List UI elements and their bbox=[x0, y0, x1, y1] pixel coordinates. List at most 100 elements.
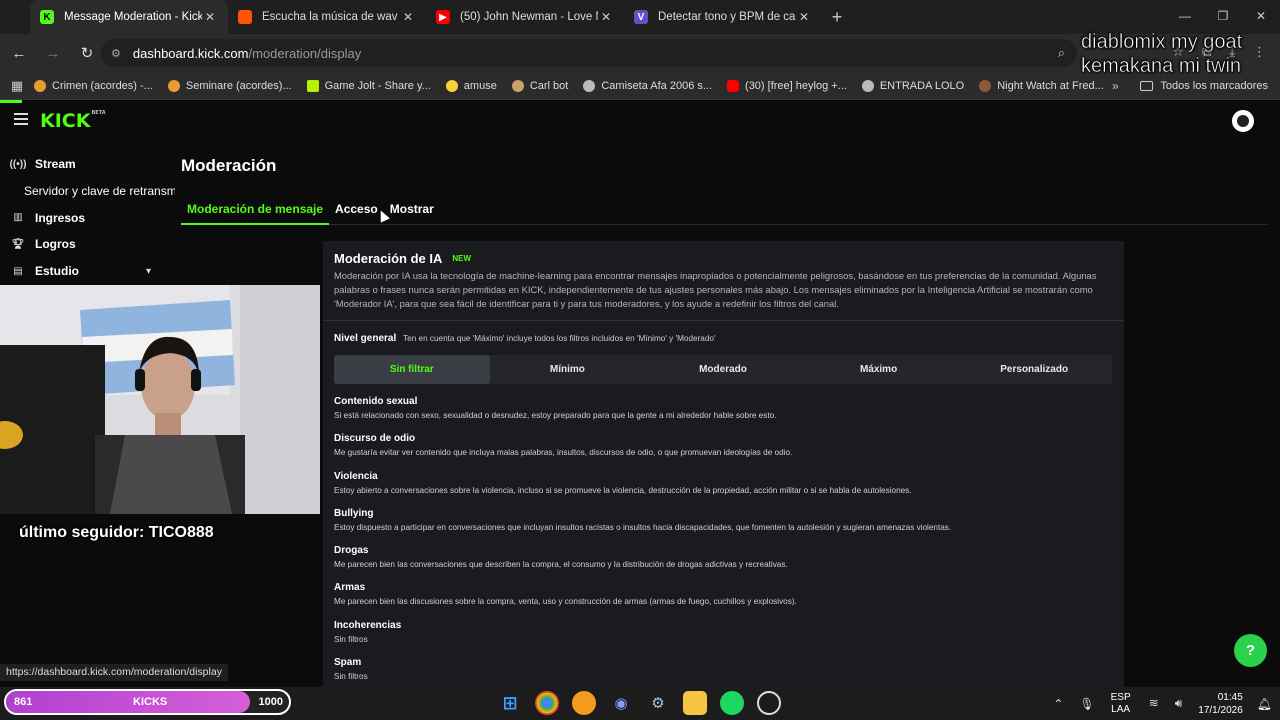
back-icon[interactable]: ← bbox=[4, 45, 34, 62]
level-note: Ten en cuenta que 'Máximo' incluye todos… bbox=[403, 334, 716, 343]
status-bar-url: https://dashboard.kick.com/moderation/di… bbox=[0, 664, 228, 681]
all-bookmarks-folder[interactable]: Todos los marcadores bbox=[1140, 80, 1268, 92]
zoom-icon[interactable]: ⌕ bbox=[1058, 45, 1065, 61]
bookmark-item[interactable]: Crimen (acordes) -... bbox=[34, 79, 153, 92]
tab-message-moderation[interactable]: Moderación de mensaje bbox=[181, 201, 330, 225]
close-icon[interactable]: ✕ bbox=[400, 10, 416, 24]
kicks-label: KICKS bbox=[133, 696, 168, 708]
tab-display[interactable]: Mostrar bbox=[384, 201, 440, 225]
level-option-custom[interactable]: Personalizado bbox=[956, 355, 1112, 384]
carlbot-icon bbox=[511, 79, 524, 92]
language-indicator[interactable]: ESP LAA bbox=[1111, 692, 1131, 716]
card-header: Moderación de IA NEW Moderación por IA u… bbox=[323, 241, 1124, 321]
bookmark-item[interactable]: Game Jolt - Share y... bbox=[306, 79, 431, 92]
close-icon[interactable]: ✕ bbox=[202, 10, 218, 24]
url-input[interactable]: ⚙ dashboard.kick.com/moderation/display … bbox=[101, 39, 1077, 67]
new-tab-button[interactable]: + bbox=[822, 0, 852, 34]
close-icon[interactable]: ✕ bbox=[796, 10, 812, 24]
level-option-unfiltered[interactable]: Sin filtrar bbox=[334, 355, 490, 384]
bookmark-item[interactable]: Seminare (acordes)... bbox=[167, 79, 292, 92]
bookmark-label: Night Watch at Fred... bbox=[997, 79, 1104, 92]
tab-title: Message Moderation - Kick Dashboard bbox=[64, 11, 202, 23]
kicks-goal: 1000 bbox=[258, 696, 283, 708]
browser-tab-soundcloud[interactable]: Escucha la música de wav | Disfruta ✕ bbox=[228, 0, 426, 34]
notification-bell-icon[interactable]: 🔔︎ bbox=[1257, 697, 1272, 711]
kick-logo[interactable]: KICKBETA bbox=[40, 110, 106, 132]
volume-icon[interactable]: 🔊︎ bbox=[1175, 696, 1183, 711]
level-option-maximum[interactable]: Máximo bbox=[801, 355, 957, 384]
obs-icon[interactable] bbox=[757, 691, 781, 715]
level-option-moderate[interactable]: Moderado bbox=[645, 355, 801, 384]
chrome-icon[interactable] bbox=[535, 691, 559, 715]
chevron-up-icon[interactable]: ⌃ bbox=[1053, 697, 1063, 711]
bookmark-item[interactable]: (30) [free] heylog +... bbox=[727, 79, 847, 92]
site-info-icon[interactable]: ⚙ bbox=[111, 47, 121, 60]
windows-start-icon[interactable]: ⊞ bbox=[498, 691, 522, 715]
broadcast-icon: ((•)) bbox=[9, 158, 27, 170]
bookmark-label: Camiseta Afa 2006 s... bbox=[601, 79, 713, 92]
bookmark-item[interactable]: Carl bot bbox=[511, 79, 569, 92]
kicks-progress-fill bbox=[6, 691, 250, 713]
globe-icon bbox=[583, 79, 596, 92]
forward-icon[interactable]: → bbox=[38, 45, 68, 62]
url-domain: dashboard.kick.com bbox=[132, 45, 249, 61]
tab-title: Detectar tono y BPM de canción bbox=[658, 11, 796, 23]
sidebar-item-label: Ingresos bbox=[35, 210, 86, 225]
wifi-icon[interactable]: ≋ bbox=[1149, 696, 1159, 711]
file-explorer-icon[interactable] bbox=[683, 691, 707, 715]
category-desc: Sin filtros bbox=[334, 672, 368, 682]
hamburger-menu-icon[interactable] bbox=[14, 113, 28, 128]
sidebar-item-achievements[interactable]: 🏆︎ Logros bbox=[0, 231, 175, 258]
bookmark-label: Carl bot bbox=[529, 79, 569, 92]
bookmark-item[interactable]: ENTRADA LOLO bbox=[861, 79, 964, 92]
sidebar-item-label: Estudio bbox=[35, 264, 79, 279]
shield-icon bbox=[167, 79, 180, 92]
apps-grid-icon[interactable]: ▦ bbox=[0, 78, 34, 94]
moderation-tabs: Moderación de mensaje Acceso Mostrar bbox=[181, 201, 1267, 225]
close-icon[interactable]: ✕ bbox=[598, 10, 614, 24]
support-chat-button[interactable]: ? bbox=[1234, 634, 1267, 667]
clock[interactable]: 01:45 17/1/2026 bbox=[1198, 691, 1243, 717]
browser-tab-bpm[interactable]: V Detectar tono y BPM de canción ✕ bbox=[624, 0, 822, 34]
browser-tab-kick[interactable]: K Message Moderation - Kick Dashboard ✕ bbox=[30, 0, 228, 34]
category-desc: Me parecen bien las discusiones sobre la… bbox=[334, 597, 797, 607]
globe-icon bbox=[861, 79, 874, 92]
clock-date: 17/1/2026 bbox=[1198, 704, 1243, 716]
microphone-icon[interactable]: 🎙︎ bbox=[1079, 697, 1094, 711]
chevron-down-icon[interactable]: ▾ bbox=[146, 266, 151, 277]
more-bookmarks-icon[interactable]: » bbox=[1112, 79, 1119, 93]
kicks-current: 861 bbox=[14, 696, 33, 708]
tab-title: (50) John Newman - Love Me Again bbox=[460, 11, 598, 23]
discord-icon[interactable]: ◉ bbox=[609, 691, 633, 715]
card-title-text: Moderación de IA bbox=[334, 251, 443, 266]
bookmark-item[interactable]: Camiseta Afa 2006 s... bbox=[583, 79, 713, 92]
steam-icon[interactable]: ⚙ bbox=[646, 691, 670, 715]
fl-studio-icon[interactable] bbox=[572, 691, 596, 715]
amuse-icon bbox=[445, 79, 458, 92]
category-desc: Me gustaría evitar ver contenido que inc… bbox=[334, 448, 793, 458]
sidebar-item-revenue[interactable]: ▥ Ingresos bbox=[0, 204, 175, 231]
sidebar-item-stream[interactable]: ((•)) Stream bbox=[0, 151, 175, 178]
avatar[interactable] bbox=[1232, 110, 1254, 132]
close-window-icon[interactable]: ✕ bbox=[1242, 0, 1280, 32]
bookmark-item[interactable]: amuse bbox=[445, 79, 497, 92]
browser-tab-youtube[interactable]: ▶ (50) John Newman - Love Me Again ✕ bbox=[426, 0, 624, 34]
menu-icon[interactable]: ⋮ bbox=[1253, 44, 1266, 60]
sidebar-item-studio[interactable]: ▤ Estudio ▾ bbox=[0, 258, 175, 285]
bookmark-item[interactable]: Night Watch at Fred... bbox=[979, 79, 1104, 92]
list-item: Discurso de odio Me gustaría evitar ver c… bbox=[334, 432, 1114, 469]
level-option-minimum[interactable]: Mínimo bbox=[490, 355, 646, 384]
category-desc: Sin filtros bbox=[334, 634, 368, 644]
overlay-line-2: kemakana mi twin bbox=[1081, 55, 1242, 78]
sidebar-item-stream-key[interactable]: Servidor y clave de retransmisión bbox=[0, 178, 175, 205]
category-name: Violencia bbox=[334, 470, 378, 482]
minimize-icon[interactable]: — bbox=[1166, 0, 1204, 32]
reload-icon[interactable]: ↻ bbox=[72, 44, 102, 62]
bookmark-label: Game Jolt - Share y... bbox=[324, 79, 431, 92]
sidebar-item-label: Stream bbox=[35, 157, 76, 172]
sidebar-item-label: Servidor y clave de retransmisión bbox=[24, 184, 175, 199]
webcam-feed bbox=[0, 285, 320, 514]
list-item: Contenido sexual Si está relacionado con … bbox=[334, 395, 1114, 432]
spotify-icon[interactable] bbox=[720, 691, 744, 715]
restore-icon[interactable]: ❐ bbox=[1204, 0, 1242, 32]
